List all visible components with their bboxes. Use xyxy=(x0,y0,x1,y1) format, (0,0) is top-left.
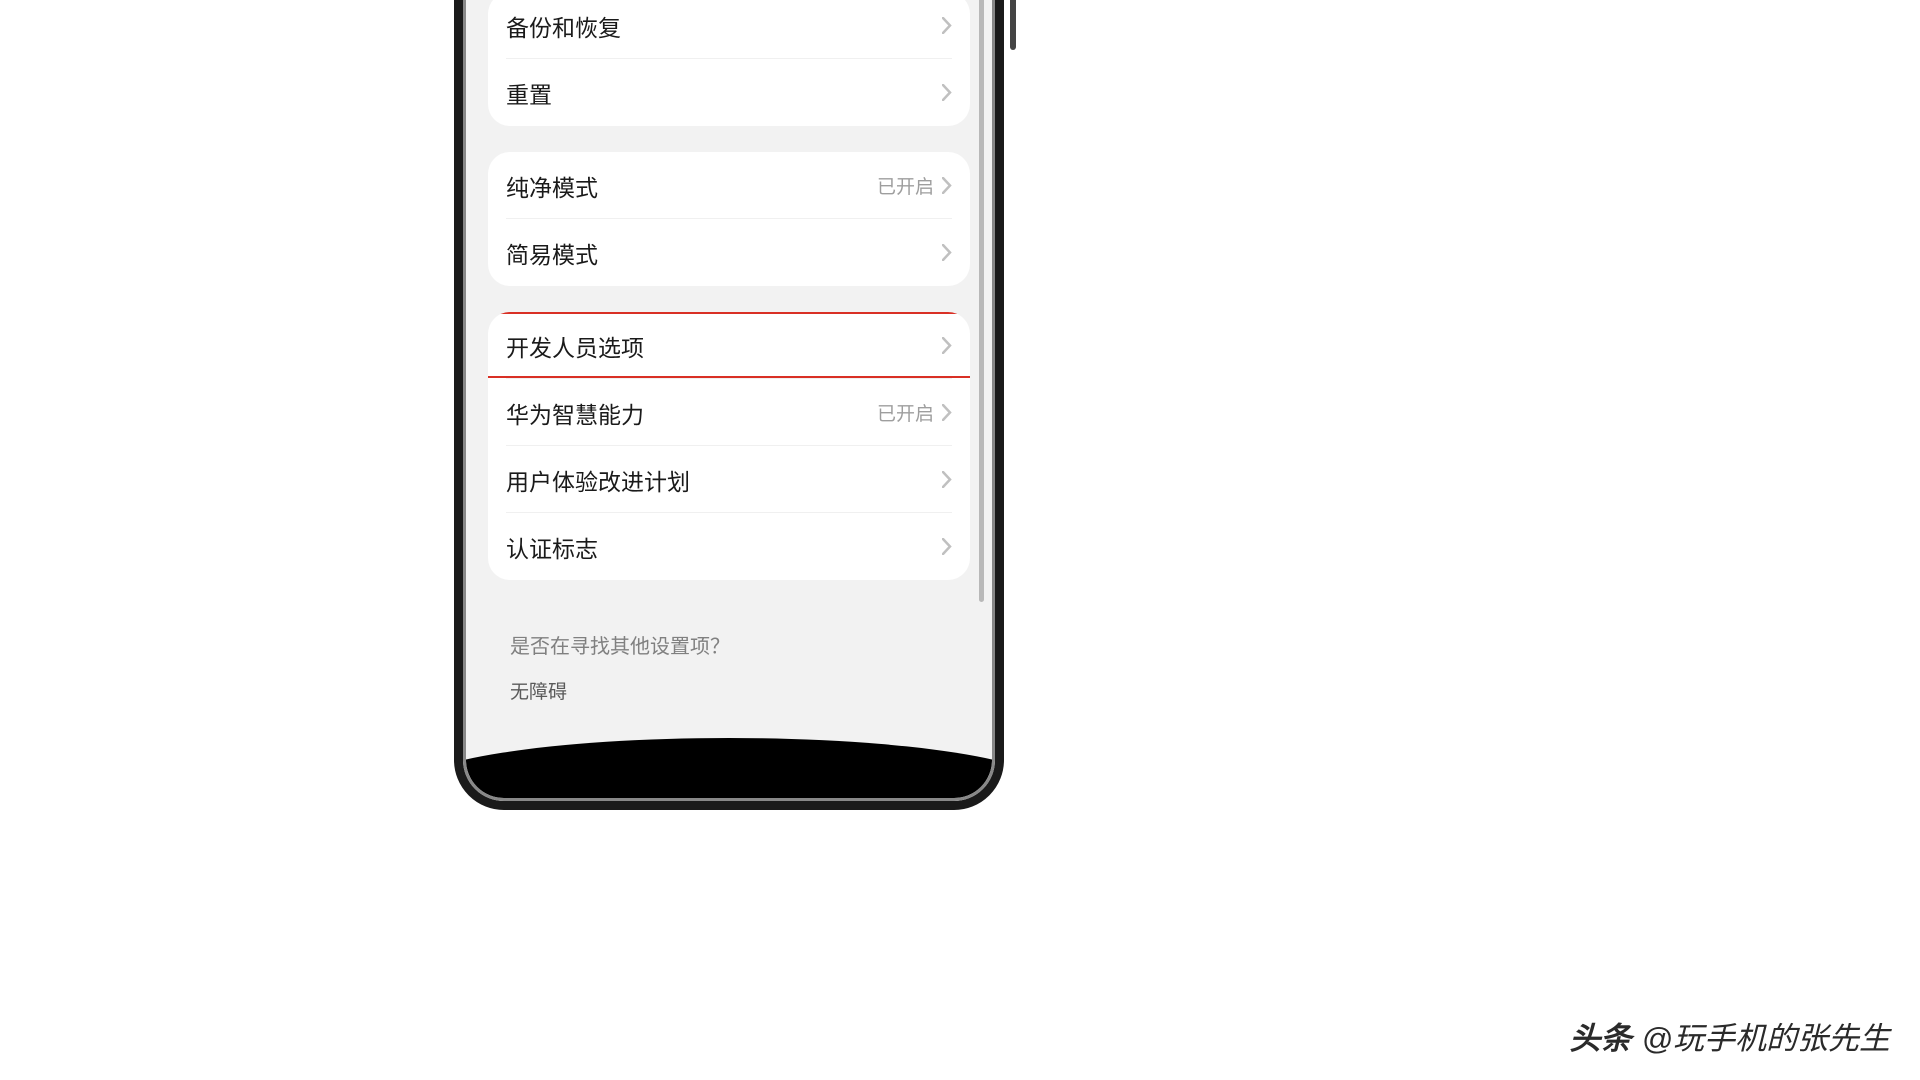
setting-row-reset[interactable]: 重置 xyxy=(488,59,970,126)
chevron-right-icon xyxy=(942,17,952,34)
setting-row-backup-restore[interactable]: 备份和恢复 xyxy=(488,0,970,59)
settings-list: 备份和恢复 重置 xyxy=(466,0,992,744)
watermark-handle: @玩手机的张先生 xyxy=(1642,1013,1890,1058)
chevron-right-icon xyxy=(942,177,952,194)
chevron-right-icon xyxy=(942,538,952,555)
chevron-right-icon xyxy=(942,84,952,101)
setting-label: 用户体验改进计划 xyxy=(506,463,690,497)
footer-section: 是否在寻找其他设置项？ 无障碍 xyxy=(488,606,970,714)
setting-label: 备份和恢复 xyxy=(506,9,621,43)
setting-row-developer-options[interactable]: 开发人员选项 xyxy=(488,312,970,379)
chevron-right-icon xyxy=(942,244,952,261)
setting-label: 纯净模式 xyxy=(506,169,598,203)
settings-card: 备份和恢复 重置 xyxy=(488,0,970,126)
setting-label: 华为智慧能力 xyxy=(506,396,644,430)
chevron-right-icon xyxy=(942,404,952,421)
setting-row-certification[interactable]: 认证标志 xyxy=(488,513,970,580)
settings-screen: 备份和恢复 重置 xyxy=(466,0,992,798)
watermark-brand: 头条 xyxy=(1570,1013,1632,1058)
setting-status: 已开启 xyxy=(877,399,934,426)
setting-row-huawei-smart[interactable]: 华为智慧能力 已开启 xyxy=(488,379,970,446)
setting-row-pure-mode[interactable]: 纯净模式 已开启 xyxy=(488,152,970,219)
chevron-right-icon xyxy=(942,337,952,354)
settings-card: 开发人员选项 华为智慧能力 已开启 xyxy=(488,312,970,580)
settings-card: 纯净模式 已开启 简易模式 xyxy=(488,152,970,286)
phone-side-button xyxy=(1010,0,1016,50)
setting-label: 重置 xyxy=(506,76,552,110)
setting-label: 认证标志 xyxy=(506,530,598,564)
watermark: 头条 @玩手机的张先生 xyxy=(1570,1013,1890,1058)
footer-link-accessibility[interactable]: 无障碍 xyxy=(510,677,948,704)
setting-row-simple-mode[interactable]: 简易模式 xyxy=(488,219,970,286)
setting-status: 已开启 xyxy=(877,172,934,199)
phone-frame: 备份和恢复 重置 xyxy=(454,0,1004,810)
phone-chin xyxy=(466,738,992,798)
footer-prompt: 是否在寻找其他设置项？ xyxy=(510,630,948,659)
setting-label: 简易模式 xyxy=(506,236,598,270)
setting-label: 开发人员选项 xyxy=(506,329,644,363)
chevron-right-icon xyxy=(942,471,952,488)
scrollbar[interactable] xyxy=(979,0,984,602)
setting-row-ux-plan[interactable]: 用户体验改进计划 xyxy=(488,446,970,513)
